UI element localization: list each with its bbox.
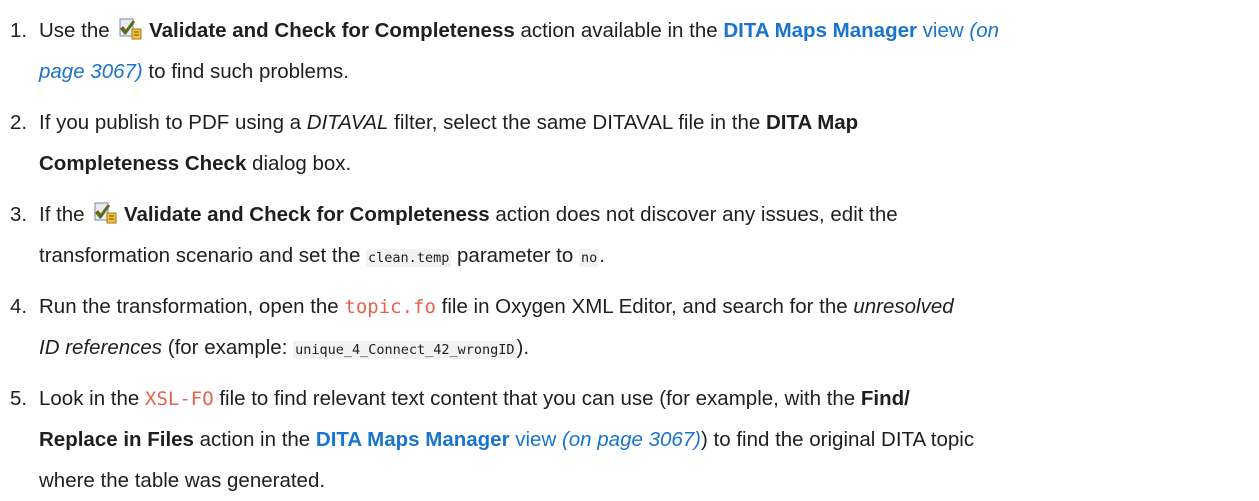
filename-code: topic.fo (344, 296, 436, 318)
step-text: Look in the XSL-FO file to find relevant… (39, 387, 975, 492)
id-code: unique_4_Connect_42_wrongID (293, 341, 517, 359)
validate-check-completeness-icon (118, 18, 142, 40)
page-xref-link[interactable]: (on (969, 19, 999, 42)
filename-code: XSL-FO (145, 388, 214, 410)
document-page: 1. Use the Validate and Check for Comple… (0, 0, 1259, 501)
dita-maps-manager-link[interactable]: DITA Maps Manager (723, 19, 917, 42)
step-number: 4. (10, 295, 28, 318)
step-number: 2. (10, 111, 28, 134)
page-xref-link[interactable]: page 3067) (39, 60, 143, 83)
ui-action-label: Validate and Check for Completeness (123, 203, 490, 226)
value-code: no (578, 249, 600, 267)
page-xref-link[interactable]: (on page 3067) (562, 428, 701, 451)
ui-action-label: Validate and Check for Completeness (149, 19, 515, 42)
validate-check-completeness-icon (93, 202, 117, 224)
step-number: 5. (10, 387, 28, 410)
parameter-code: clean.temp (366, 249, 452, 267)
step-text: Use the Validate and Check for Completen… (39, 18, 1000, 83)
ui-dialog-label: Completeness Check (39, 152, 247, 175)
ui-action-label: Replace in Files (39, 428, 194, 451)
dita-maps-manager-link[interactable]: DITA Maps Manager (316, 428, 510, 451)
ui-dialog-label: DITA Map (765, 111, 859, 134)
ui-action-label: Find/ (860, 387, 910, 410)
step-number: 3. (10, 203, 28, 226)
step-text: Run the transformation, open the topic.f… (39, 295, 954, 359)
step-text: If you publish to PDF using a DITAVAL fi… (39, 111, 859, 175)
step-text: If the Validate and Check for Completene… (39, 202, 898, 267)
step-number: 1. (10, 19, 28, 42)
